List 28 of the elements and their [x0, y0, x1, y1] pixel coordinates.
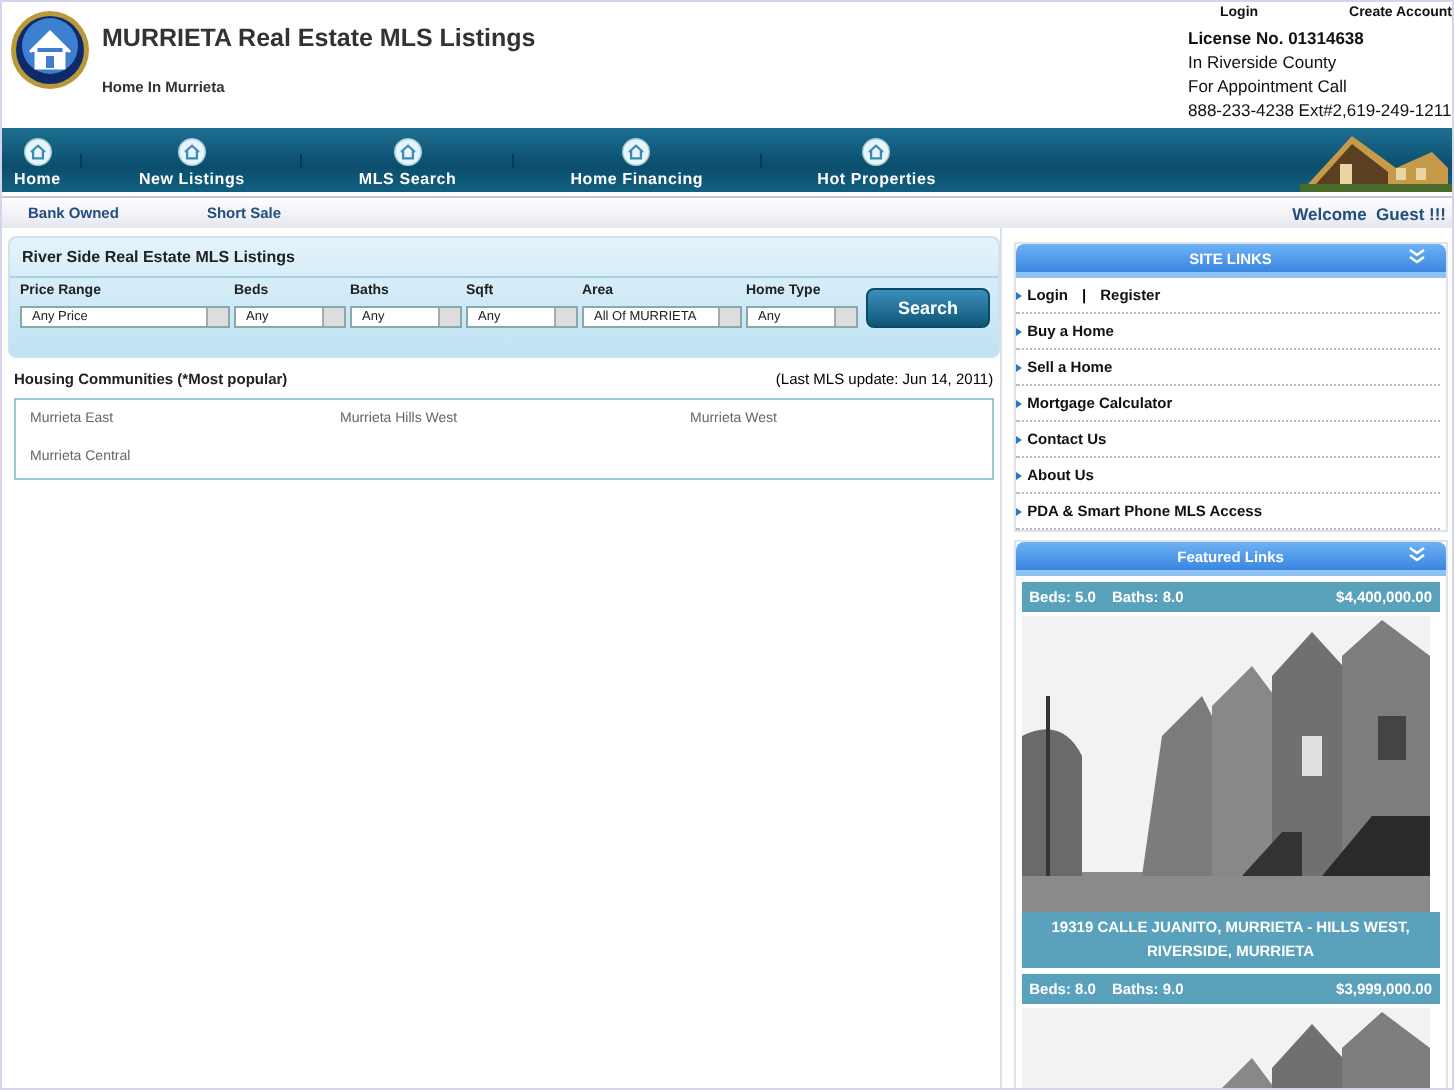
search-button[interactable]: Search — [866, 288, 990, 328]
bullet-icon — [1015, 435, 1022, 443]
nav-link[interactable]: Home — [2, 138, 73, 192]
bullet-icon — [1015, 471, 1022, 479]
site-title: MURRIETA Real Estate MLS Listings — [102, 24, 536, 52]
nav-link[interactable]: Hot Properties — [805, 138, 948, 192]
house-icon — [177, 138, 206, 166]
contact-text: 888-233-4238 Ext#2,619-249-1211 — [1188, 98, 1452, 122]
bullet-icon — [1015, 363, 1022, 371]
license-number: License No. 01314638 — [1188, 26, 1366, 50]
welcome-text: Welcome Guest !!! — [1292, 203, 1448, 223]
house-logo-icon[interactable] — [10, 10, 90, 90]
house-icon — [622, 138, 651, 166]
contact-text: For Appointment Call — [1188, 74, 1349, 98]
bullet-icon — [1015, 399, 1022, 407]
contact-text: In Riverside County — [1188, 50, 1339, 74]
nav-link[interactable]: MLS Search — [346, 138, 469, 192]
bullet-icon — [1015, 291, 1022, 299]
bullet-icon — [1015, 507, 1022, 515]
nav-link[interactable]: Home Financing — [558, 138, 716, 192]
chevron-down-icon[interactable] — [1408, 546, 1426, 562]
house-icon — [23, 138, 52, 166]
chevron-down-icon[interactable] — [1408, 248, 1426, 264]
nav-link[interactable]: New Listings — [126, 138, 257, 192]
house-icon — [393, 138, 422, 166]
bullet-icon — [1015, 327, 1022, 335]
panel-title: River Side Real Estate MLS Listings — [10, 238, 998, 278]
house-icon — [862, 138, 891, 166]
